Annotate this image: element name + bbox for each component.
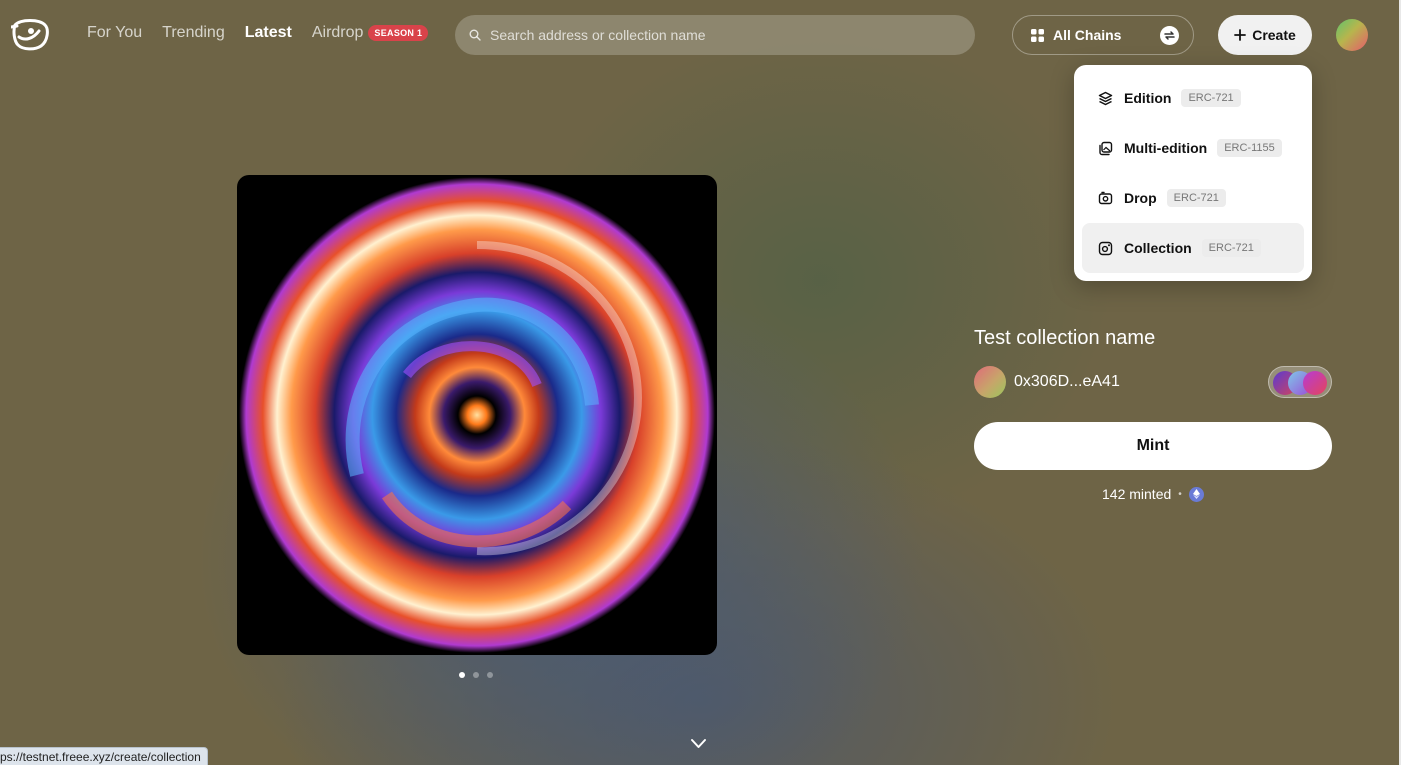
collectors-avatars[interactable] xyxy=(1268,366,1332,398)
carousel-dots xyxy=(459,672,493,678)
plus-icon xyxy=(1234,29,1247,41)
carousel-dot[interactable] xyxy=(473,672,479,678)
create-dropdown-menu: Edition ERC-721 Multi-edition ERC-1155 D… xyxy=(1074,65,1312,281)
chain-selector-label: All Chains xyxy=(1053,27,1122,43)
search-input[interactable] xyxy=(490,27,950,43)
create-button-label: Create xyxy=(1252,27,1296,43)
menu-item-edition[interactable]: Edition ERC-721 xyxy=(1082,73,1304,123)
nav-airdrop[interactable]: Airdrop SEASON 1 xyxy=(312,24,429,42)
mint-button[interactable]: Mint xyxy=(974,422,1332,470)
stacked-images-icon xyxy=(1099,141,1113,155)
search-icon xyxy=(469,29,481,41)
chevron-down-icon[interactable] xyxy=(690,738,707,750)
ethereum-icon xyxy=(1188,486,1204,502)
menu-item-tag: ERC-721 xyxy=(1181,89,1241,107)
season-badge: SEASON 1 xyxy=(368,25,429,41)
menu-item-label: Edition xyxy=(1124,90,1172,106)
main-nav: For You Trending Latest Airdrop SEASON 1 xyxy=(87,24,429,42)
separator-dot: • xyxy=(1178,488,1182,500)
minted-info: 142 minted • xyxy=(1102,486,1204,502)
artwork-swirl xyxy=(239,177,715,653)
creator-avatar[interactable] xyxy=(974,366,1006,398)
menu-item-label: Drop xyxy=(1124,190,1157,206)
minted-count: 142 minted xyxy=(1102,486,1172,502)
menu-item-label: Collection xyxy=(1124,240,1192,256)
menu-item-tag: ERC-721 xyxy=(1201,239,1261,257)
menu-item-tag: ERC-721 xyxy=(1166,189,1226,207)
chain-selector[interactable]: All Chains xyxy=(1012,15,1194,55)
status-bar-url: ps://testnet.freee.xyz/create/collection xyxy=(0,747,208,765)
artwork-image[interactable] xyxy=(237,175,717,655)
grid-icon xyxy=(1031,28,1044,42)
logo-icon[interactable] xyxy=(11,17,49,51)
menu-item-multi-edition[interactable]: Multi-edition ERC-1155 xyxy=(1082,123,1304,173)
creator-address[interactable]: 0x306D...eA41 xyxy=(1014,373,1120,391)
user-avatar[interactable] xyxy=(1336,19,1368,51)
nav-airdrop-label: Airdrop xyxy=(311,24,364,41)
menu-item-tag: ERC-1155 xyxy=(1217,139,1282,157)
collection-icon xyxy=(1098,241,1113,255)
search-bar[interactable] xyxy=(455,15,975,55)
menu-item-label: Multi-edition xyxy=(1124,140,1208,156)
carousel-dot[interactable] xyxy=(459,672,465,678)
collector-avatar xyxy=(1303,371,1327,395)
swap-icon xyxy=(1160,26,1179,45)
menu-item-collection[interactable]: Collection ERC-721 xyxy=(1082,223,1304,273)
creator-info[interactable]: 0x306D...eA41 xyxy=(974,366,1120,398)
nav-latest[interactable]: Latest xyxy=(245,24,292,42)
carousel-dot[interactable] xyxy=(487,672,493,678)
collection-title: Test collection name xyxy=(974,327,1156,349)
layers-icon xyxy=(1098,91,1113,105)
nav-trending[interactable]: Trending xyxy=(162,24,225,42)
drop-icon xyxy=(1098,191,1113,204)
menu-item-drop[interactable]: Drop ERC-721 xyxy=(1082,173,1304,223)
nav-for-you[interactable]: For You xyxy=(87,24,142,42)
top-header: For You Trending Latest Airdrop SEASON 1… xyxy=(0,0,1401,70)
create-button[interactable]: Create xyxy=(1218,15,1312,55)
